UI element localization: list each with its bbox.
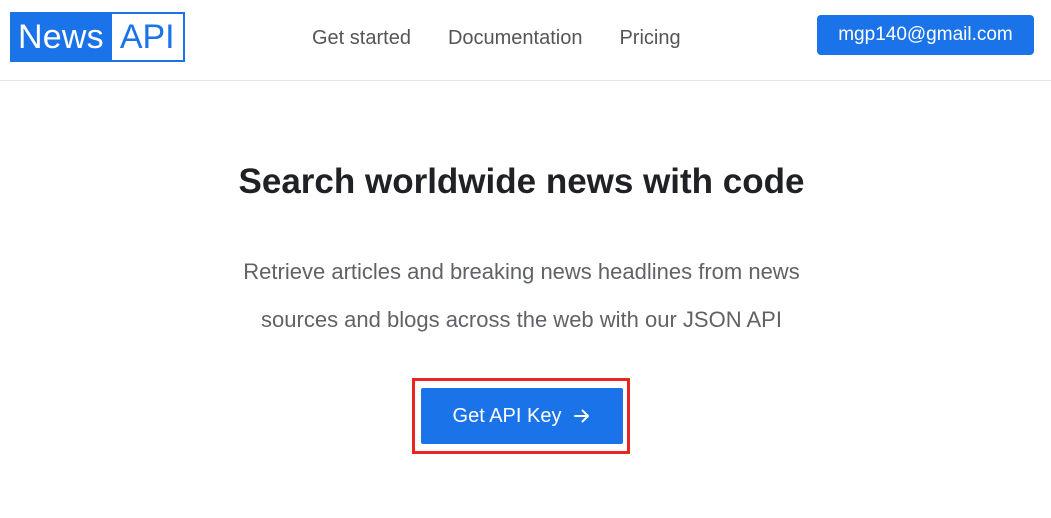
- account-button[interactable]: mgp140@gmail.com: [817, 15, 1034, 55]
- hero-description: Retrieve articles and breaking news head…: [0, 248, 1043, 344]
- newsapi-logo[interactable]: News API: [10, 12, 185, 62]
- hero-title: Search worldwide news with code: [238, 162, 805, 201]
- nav-documentation[interactable]: Documentation: [448, 25, 583, 51]
- hero-description-line-1: Retrieve articles and breaking news head…: [243, 259, 800, 284]
- nav-get-started[interactable]: Get started: [312, 25, 411, 51]
- nav-pricing[interactable]: Pricing: [619, 25, 680, 51]
- logo-api-text: API: [111, 14, 183, 60]
- get-api-key-button[interactable]: Get API Key: [421, 388, 623, 444]
- main-nav: Get started Documentation Pricing: [312, 25, 681, 51]
- arrow-right-icon: [573, 407, 591, 425]
- site-header: News API Get started Documentation Prici…: [0, 0, 1051, 81]
- logo-news-text: News: [12, 14, 112, 60]
- get-api-key-label: Get API Key: [452, 404, 562, 427]
- hero-description-line-2: sources and blogs across the web with ou…: [261, 307, 782, 332]
